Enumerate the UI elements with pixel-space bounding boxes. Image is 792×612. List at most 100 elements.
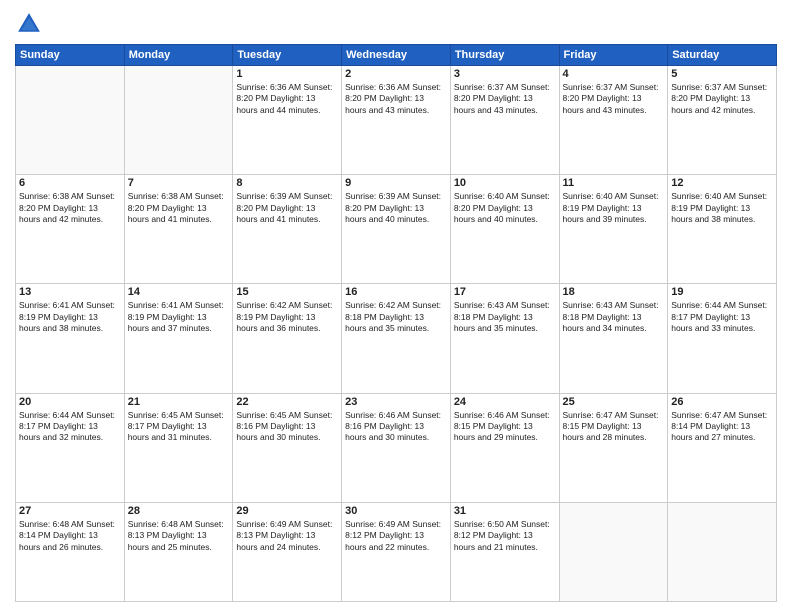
day-cell-31: 31Sunrise: 6:50 AM Sunset: 8:12 PM Dayli… — [450, 502, 559, 601]
day-number: 3 — [454, 68, 556, 80]
day-info: Sunrise: 6:40 AM Sunset: 8:19 PM Dayligh… — [563, 191, 665, 225]
day-info: Sunrise: 6:47 AM Sunset: 8:15 PM Dayligh… — [563, 410, 665, 444]
weekday-header-thursday: Thursday — [450, 45, 559, 66]
day-info: Sunrise: 6:45 AM Sunset: 8:17 PM Dayligh… — [128, 410, 230, 444]
day-number: 8 — [236, 177, 338, 189]
day-cell-6: 6Sunrise: 6:38 AM Sunset: 8:20 PM Daylig… — [16, 175, 125, 284]
day-cell-10: 10 Sunrise: 6:40 AM Sunset: 8:20 PM Dayli… — [450, 175, 559, 284]
day-info: Sunrise: 6:44 AM Sunset: 8:17 PM Dayligh… — [19, 410, 121, 444]
day-cell-4: 4 Sunrise: 6:37 AM Sunset: 8:20 PM Daylig… — [559, 66, 668, 175]
day-number: 1 — [236, 68, 338, 80]
day-number: 25 — [563, 396, 665, 408]
day-cell-22: 22Sunrise: 6:45 AM Sunset: 8:16 PM Dayli… — [233, 393, 342, 502]
day-info: Sunrise: 6:41 AM Sunset: 8:19 PM Dayligh… — [128, 300, 230, 334]
day-number: 4 — [563, 68, 665, 80]
day-cell-17: 17 Sunrise: 6:43 AM Sunset: 8:18 PM Dayli… — [450, 284, 559, 393]
day-info: Sunrise: 6:49 AM Sunset: 8:13 PM Dayligh… — [236, 519, 338, 553]
day-cell-19: 19 Sunrise: 6:44 AM Sunset: 8:17 PM Dayli… — [668, 284, 777, 393]
day-number: 6 — [19, 177, 121, 189]
day-info: Sunrise: 6:43 AM Sunset: 8:18 PM Dayligh… — [454, 300, 556, 334]
day-cell-empty — [124, 66, 233, 175]
day-number: 19 — [671, 286, 773, 298]
day-number: 27 — [19, 505, 121, 517]
day-number: 26 — [671, 396, 773, 408]
day-info: Sunrise: 6:37 AM Sunset: 8:20 PM Dayligh… — [671, 82, 773, 116]
day-cell-20: 20 Sunrise: 6:44 AM Sunset: 8:17 PM Dayli… — [16, 393, 125, 502]
day-cell-28: 28 Sunrise: 6:48 AM Sunset: 8:13 PM Dayli… — [124, 502, 233, 601]
logo — [15, 10, 47, 38]
day-number: 17 — [454, 286, 556, 298]
day-number: 24 — [454, 396, 556, 408]
day-info: Sunrise: 6:36 AM Sunset: 8:20 PM Dayligh… — [236, 82, 338, 116]
week-row-2: 6 Sunrise: 6:38 AM Sunset: 8:20 PM Daylig… — [16, 175, 777, 284]
day-cell-18: 18 Sunrise: 6:43 AM Sunset: 8:18 PM Dayli… — [559, 284, 668, 393]
day-info: Sunrise: 6:37 AM Sunset: 8:20 PM Dayligh… — [563, 82, 665, 116]
day-info: Sunrise: 6:48 AM Sunset: 8:14 PM Dayligh… — [19, 519, 121, 553]
day-number: 12 — [671, 177, 773, 189]
week-row-3: 13 Sunrise: 6:41 AM Sunset: 8:19 PM Dayli… — [16, 284, 777, 393]
day-info: Sunrise: 6:48 AM Sunset: 8:13 PM Dayligh… — [128, 519, 230, 553]
day-number: 18 — [563, 286, 665, 298]
day-cell-2: 2 Sunrise: 6:36 AM Sunset: 8:20 PM Daylig… — [342, 66, 451, 175]
day-cell-5: 5 Sunrise: 6:37 AM Sunset: 8:20 PM Daylig… — [668, 66, 777, 175]
day-info: Sunrise: 6:47 AM Sunset: 8:14 PM Dayligh… — [671, 410, 773, 444]
day-cell-11: 11 Sunrise: 6:40 AM Sunset: 8:19 PM Dayli… — [559, 175, 668, 284]
day-number: 29 — [236, 505, 338, 517]
day-cell-1: 1 Sunrise: 6:36 AM Sunset: 8:20 PM Daylig… — [233, 66, 342, 175]
weekday-header-row: SundayMondayTuesdayWednesdayThursdayFrid… — [16, 45, 777, 66]
week-row-1: 1 Sunrise: 6:36 AM Sunset: 8:20 PM Daylig… — [16, 66, 777, 175]
day-cell-empty — [559, 502, 668, 601]
day-cell-3: 3 Sunrise: 6:37 AM Sunset: 8:20 PM Daylig… — [450, 66, 559, 175]
day-cell-15: 15 Sunrise: 6:42 AM Sunset: 8:19 PM Dayli… — [233, 284, 342, 393]
day-number: 20 — [19, 396, 121, 408]
day-info: Sunrise: 6:36 AM Sunset: 8:20 PM Dayligh… — [345, 82, 447, 116]
day-cell-13: 13 Sunrise: 6:41 AM Sunset: 8:19 PM Dayli… — [16, 284, 125, 393]
day-cell-empty — [668, 502, 777, 601]
calendar-table: SundayMondayTuesdayWednesdayThursdayFrid… — [15, 44, 777, 602]
day-info: Sunrise: 6:39 AM Sunset: 8:20 PM Dayligh… — [236, 191, 338, 225]
day-cell-23: 23Sunrise: 6:46 AM Sunset: 8:16 PM Dayli… — [342, 393, 451, 502]
day-number: 21 — [128, 396, 230, 408]
week-row-5: 27 Sunrise: 6:48 AM Sunset: 8:14 PM Dayli… — [16, 502, 777, 601]
day-info: Sunrise: 6:43 AM Sunset: 8:18 PM Dayligh… — [563, 300, 665, 334]
day-info: Sunrise: 6:49 AM Sunset: 8:12 PM Dayligh… — [345, 519, 447, 553]
day-number: 7 — [128, 177, 230, 189]
day-info: Sunrise: 6:40 AM Sunset: 8:20 PM Dayligh… — [454, 191, 556, 225]
day-number: 9 — [345, 177, 447, 189]
day-number: 15 — [236, 286, 338, 298]
day-info: Sunrise: 6:41 AM Sunset: 8:19 PM Dayligh… — [19, 300, 121, 334]
day-number: 14 — [128, 286, 230, 298]
day-number: 5 — [671, 68, 773, 80]
day-number: 23 — [345, 396, 447, 408]
day-number: 2 — [345, 68, 447, 80]
day-cell-29: 29 Sunrise: 6:49 AM Sunset: 8:13 PM Dayli… — [233, 502, 342, 601]
day-cell-21: 21 Sunrise: 6:45 AM Sunset: 8:17 PM Dayli… — [124, 393, 233, 502]
weekday-header-saturday: Saturday — [668, 45, 777, 66]
day-number: 22 — [236, 396, 338, 408]
day-cell-empty — [16, 66, 125, 175]
day-info: Sunrise: 6:38 AM Sunset: 8:20 PM Dayligh… — [128, 191, 230, 225]
day-number: 30 — [345, 505, 447, 517]
day-number: 16 — [345, 286, 447, 298]
day-info: Sunrise: 6:46 AM Sunset: 8:15 PM Dayligh… — [454, 410, 556, 444]
day-info: Sunrise: 6:40 AM Sunset: 8:19 PM Dayligh… — [671, 191, 773, 225]
weekday-header-wednesday: Wednesday — [342, 45, 451, 66]
day-number: 31 — [454, 505, 556, 517]
day-number: 10 — [454, 177, 556, 189]
day-number: 11 — [563, 177, 665, 189]
day-info: Sunrise: 6:42 AM Sunset: 8:18 PM Dayligh… — [345, 300, 447, 334]
day-cell-26: 26 Sunrise: 6:47 AM Sunset: 8:14 PM Dayli… — [668, 393, 777, 502]
day-number: 13 — [19, 286, 121, 298]
day-cell-30: 30 Sunrise: 6:49 AM Sunset: 8:12 PM Dayli… — [342, 502, 451, 601]
weekday-header-sunday: Sunday — [16, 45, 125, 66]
week-row-4: 20 Sunrise: 6:44 AM Sunset: 8:17 PM Dayli… — [16, 393, 777, 502]
day-cell-27: 27 Sunrise: 6:48 AM Sunset: 8:14 PM Dayli… — [16, 502, 125, 601]
day-number: 28 — [128, 505, 230, 517]
day-info: Sunrise: 6:37 AM Sunset: 8:20 PM Dayligh… — [454, 82, 556, 116]
day-cell-7: 7 Sunrise: 6:38 AM Sunset: 8:20 PM Daylig… — [124, 175, 233, 284]
day-cell-12: 12 Sunrise: 6:40 AM Sunset: 8:19 PM Dayli… — [668, 175, 777, 284]
day-info: Sunrise: 6:42 AM Sunset: 8:19 PM Dayligh… — [236, 300, 338, 334]
weekday-header-monday: Monday — [124, 45, 233, 66]
weekday-header-friday: Friday — [559, 45, 668, 66]
day-info: Sunrise: 6:44 AM Sunset: 8:17 PM Dayligh… — [671, 300, 773, 334]
